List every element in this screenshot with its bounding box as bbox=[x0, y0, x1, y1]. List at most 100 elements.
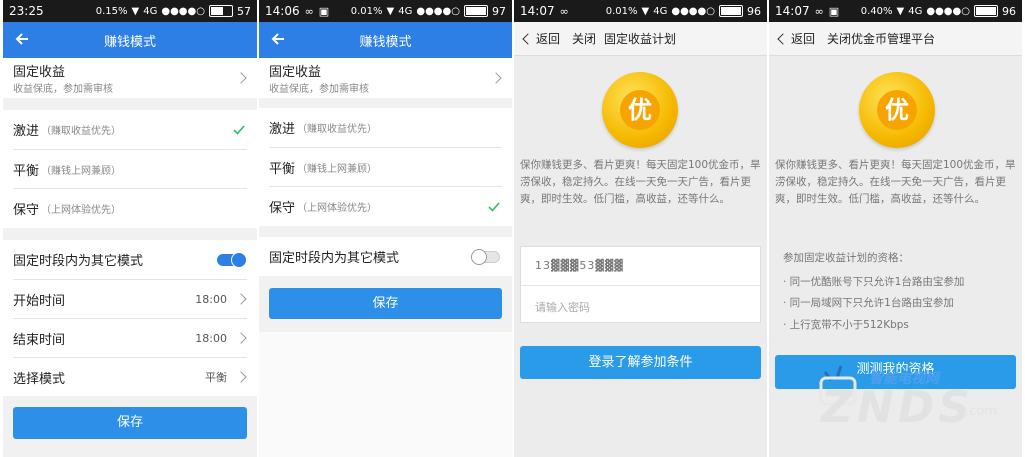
check-icon bbox=[233, 124, 245, 135]
battery-level: 57 bbox=[237, 4, 251, 18]
image-icon: ▣ bbox=[828, 4, 840, 18]
requirement-item: · 同一局域网下只允许1台路由宝参加 bbox=[783, 297, 954, 309]
mode-list: 激进 （赚取收益优先） 平衡 （赚钱上网兼顾） 保守 （上网体验优先） bbox=[3, 110, 257, 228]
select-mode-label: 选择模式 bbox=[13, 371, 66, 387]
fixed-income-title: 固定收益 bbox=[269, 65, 322, 80]
wifi-icon: ▼ bbox=[896, 5, 905, 17]
mode-aggressive[interactable]: 激进 （赚取收益优先） bbox=[259, 108, 512, 147]
mode-title: 激进 bbox=[269, 122, 296, 137]
watermark-en: ZNDS bbox=[821, 382, 974, 433]
mode-sub: （赚取收益优先） bbox=[41, 126, 122, 137]
schedule-toggle[interactable] bbox=[217, 251, 247, 268]
battery-level: 96 bbox=[1002, 4, 1016, 18]
mode-sub: （赚取收益优先） bbox=[297, 124, 378, 135]
fixed-income-item[interactable]: 固定收益 收益保底，参加需审核 bbox=[259, 58, 512, 98]
description: 保你赚钱更多、看片更爽！每天固定100优金币，旱涝保收，稳定持久。在线一天免一天… bbox=[775, 159, 1016, 205]
toggle-label: 固定时段内为其它模式 bbox=[269, 251, 400, 266]
coin-char: 优 bbox=[620, 90, 660, 130]
wifi-icon: ▼ bbox=[131, 5, 140, 17]
status-bar: 14:07 ∞ 0.01% ▼ 4G ●●●●○ 96 bbox=[514, 0, 767, 22]
back-arrow-icon[interactable] bbox=[269, 30, 287, 48]
test-eligibility-button[interactable]: 测测我的资格 bbox=[775, 355, 1016, 389]
battery-level: 96 bbox=[747, 4, 761, 18]
back-link[interactable]: 返回 bbox=[777, 30, 816, 47]
requirement-item: · 同一优酷账号下只允许1台路由宝参加 bbox=[783, 276, 965, 288]
screen-1: 23:25 0.15% ▼ 4G ●●●●○ 57 赚钱模式 固定收益 收益保底… bbox=[3, 0, 257, 457]
status-bar: 14:06 ∞ ▣ 0.01% ▼ 4G ●●●●○ 97 bbox=[259, 0, 512, 22]
save-button[interactable]: 保存 bbox=[13, 407, 247, 439]
fixed-income-title: 固定收益 bbox=[13, 65, 66, 80]
schedule-toggle-row: 固定时段内为其它模式 bbox=[3, 240, 257, 279]
back-arrow-icon[interactable] bbox=[13, 30, 31, 48]
coin-logo: 优 bbox=[859, 72, 935, 148]
password-input[interactable]: 请输入密码 bbox=[535, 299, 590, 315]
battery-icon bbox=[209, 5, 233, 17]
chevron-right-icon bbox=[235, 371, 247, 383]
login-form: 13▓▓▓53▓▓▓ 请输入密码 bbox=[520, 246, 761, 323]
select-mode-item[interactable]: 选择模式 平衡 bbox=[3, 358, 257, 396]
web-nav-bar: 返回 关闭 优金币管理平台 bbox=[769, 22, 1022, 56]
infinity-icon: ∞ bbox=[559, 4, 569, 18]
status-time: 23:25 bbox=[9, 4, 44, 18]
empty-area bbox=[259, 332, 512, 457]
wifi-icon: ▼ bbox=[641, 5, 650, 17]
phone-input[interactable]: 13▓▓▓53▓▓▓ bbox=[535, 259, 624, 272]
toggle-label: 固定时段内为其它模式 bbox=[13, 254, 144, 269]
fixed-income-subtitle: 收益保底，参加需审核 bbox=[13, 84, 113, 95]
divider bbox=[521, 285, 760, 286]
back-link[interactable]: 返回 bbox=[522, 30, 560, 47]
battery-icon bbox=[974, 5, 998, 17]
signal-icon: ●●●●○ bbox=[161, 5, 205, 17]
screen-4: 14:07 ∞ ▣ 0.40% ▼ 4G ●●●●○ 96 返回 关闭 优金币管理平… bbox=[769, 0, 1022, 457]
battery-level: 97 bbox=[492, 4, 506, 18]
status-time: 14:07 bbox=[775, 4, 810, 18]
fixed-income-item[interactable]: 固定收益 收益保底，参加需审核 bbox=[3, 58, 257, 98]
schedule-toggle-row: 固定时段内为其它模式 bbox=[259, 237, 512, 276]
mode-title: 保守 bbox=[13, 203, 40, 218]
chevron-right-icon bbox=[490, 72, 502, 84]
login-button[interactable]: 登录了解参加条件 bbox=[520, 346, 761, 379]
status-speed: 0.01% bbox=[350, 5, 383, 17]
web-nav-bar: 返回 关闭 固定收益计划 bbox=[514, 22, 767, 56]
signal-icon: ●●●●○ bbox=[416, 5, 460, 17]
mode-title: 激进 bbox=[13, 124, 40, 139]
close-link[interactable]: 关闭 bbox=[827, 30, 851, 47]
app-bar: 赚钱模式 bbox=[3, 22, 257, 58]
mode-conservative[interactable]: 保守 （上网体验优先） bbox=[3, 189, 257, 228]
end-time-label: 结束时间 bbox=[13, 332, 66, 348]
back-label: 返回 bbox=[791, 32, 816, 46]
mode-balanced[interactable]: 平衡 （赚钱上网兼顾） bbox=[259, 148, 512, 186]
chevron-right-icon bbox=[235, 332, 247, 344]
page-title: 优金币管理平台 bbox=[851, 32, 936, 46]
start-time-item[interactable]: 开始时间 18:00 bbox=[3, 280, 257, 318]
status-net: 4G bbox=[143, 5, 158, 17]
fixed-income-subtitle: 收益保底，参加需审核 bbox=[269, 84, 369, 95]
mode-balanced[interactable]: 平衡 （赚钱上网兼顾） bbox=[3, 150, 257, 188]
schedule-list: 固定时段内为其它模式 开始时间 18:00 结束时间 18:00 选择模式 平衡 bbox=[3, 240, 257, 396]
status-speed: 0.40% bbox=[860, 5, 893, 17]
schedule-toggle[interactable] bbox=[471, 248, 500, 265]
mode-sub: （上网体验优先） bbox=[41, 205, 122, 216]
screen-3: 14:07 ∞ 0.01% ▼ 4G ●●●●○ 96 返回 关闭 固定收益计划 … bbox=[514, 0, 767, 457]
screen-2: 14:06 ∞ ▣ 0.01% ▼ 4G ●●●●○ 97 赚钱模式 固定收益 收益… bbox=[259, 0, 512, 457]
mode-title: 平衡 bbox=[13, 163, 40, 179]
watermark-com: .com bbox=[965, 404, 997, 419]
mode-list: 激进 （赚取收益优先） 平衡 （赚钱上网兼顾） 保守 （上网体验优先） bbox=[259, 108, 512, 226]
close-link[interactable]: 关闭 bbox=[572, 30, 596, 47]
description: 保你赚钱更多、看片更爽！每天固定100优金币，旱涝保收，稳定持久。在线一天免一天… bbox=[520, 159, 761, 205]
infinity-icon: ∞ bbox=[304, 4, 314, 18]
requirement-item: · 上行宽带不小于512Kbps bbox=[783, 319, 909, 331]
mode-aggressive[interactable]: 激进 （赚取收益优先） bbox=[3, 110, 257, 149]
save-button[interactable]: 保存 bbox=[269, 288, 502, 319]
mode-conservative[interactable]: 保守 （上网体验优先） bbox=[259, 187, 512, 226]
mode-sub: （上网体验优先） bbox=[297, 203, 378, 214]
mode-title: 保守 bbox=[269, 201, 296, 216]
start-time-value: 18:00 bbox=[195, 292, 227, 306]
end-time-item[interactable]: 结束时间 18:00 bbox=[3, 319, 257, 357]
status-time: 14:06 bbox=[265, 4, 300, 18]
page-title: 固定收益计划 bbox=[604, 32, 677, 46]
chevron-right-icon bbox=[235, 293, 247, 305]
page-title: 赚钱模式 bbox=[103, 34, 156, 50]
status-time: 14:07 bbox=[520, 4, 555, 18]
signal-icon: ●●●●○ bbox=[671, 5, 715, 17]
